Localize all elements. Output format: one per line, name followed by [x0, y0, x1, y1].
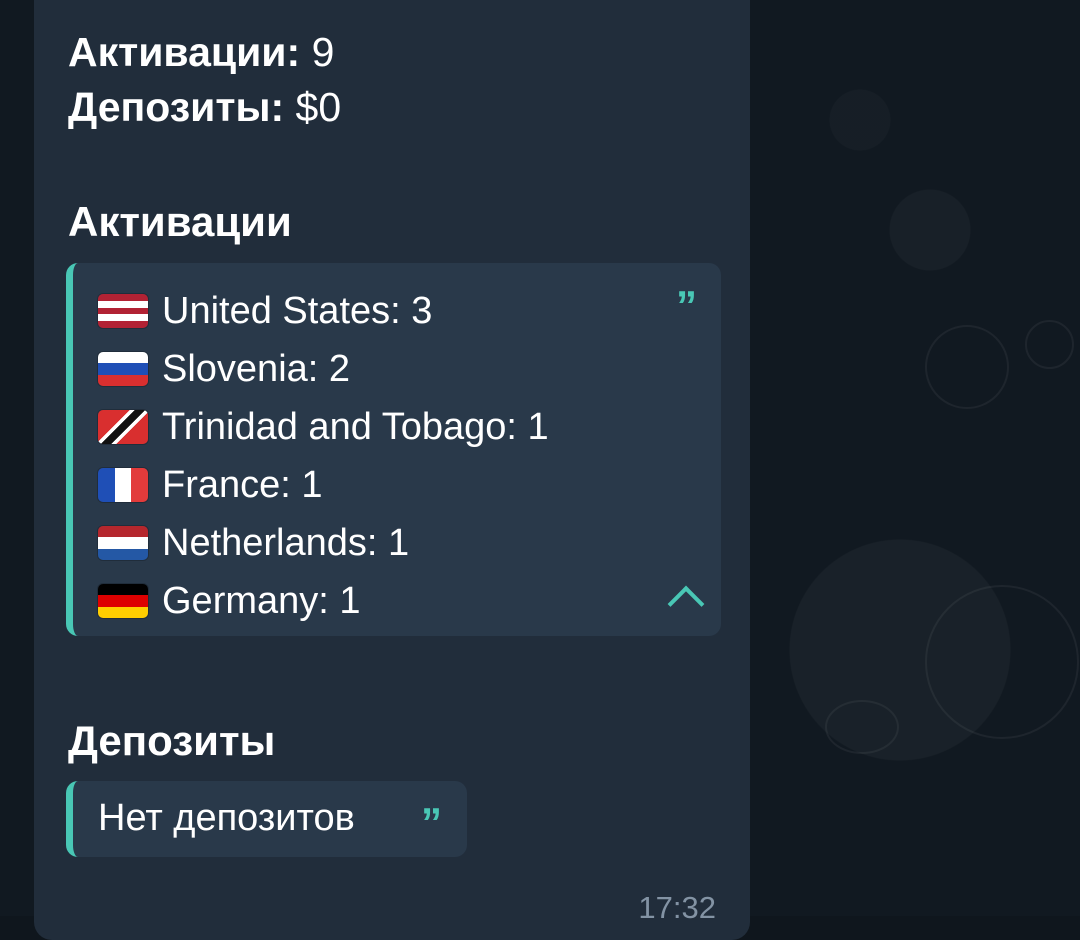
tt-flag-icon	[98, 410, 148, 444]
country-count-text: Germany: 1	[162, 579, 361, 622]
nl-flag-icon	[98, 526, 148, 560]
activations-summary: Активации: 9	[68, 25, 341, 80]
country-count-text: France: 1	[162, 463, 323, 506]
country-count-text: Netherlands: 1	[162, 521, 410, 564]
wallpaper-doodle	[1025, 320, 1074, 369]
wallpaper-doodle	[925, 585, 1079, 739]
fr-flag-icon	[98, 468, 148, 502]
summary-block: Активации: 9 Депозиты: $0	[68, 25, 341, 135]
activations-value: 9	[311, 29, 335, 75]
no-deposits-text: Нет депозитов	[98, 797, 355, 839]
list-item: Netherlands: 1	[98, 514, 549, 572]
activations-label: Активации:	[68, 29, 301, 75]
deposits-summary: Депозиты: $0	[68, 80, 341, 135]
quote-icon: ”	[676, 282, 697, 329]
country-count-text: United States: 3	[162, 289, 433, 332]
deposits-value: $0	[295, 84, 342, 130]
country-count-text: Slovenia: 2	[162, 347, 351, 390]
de-flag-icon	[98, 584, 148, 618]
list-item: United States: 3	[98, 282, 549, 340]
quote-icon: ”	[421, 799, 442, 846]
list-item: Slovenia: 2	[98, 340, 549, 398]
deposits-quote-block[interactable]: Нет депозитов ”	[66, 781, 467, 857]
chevron-up-icon[interactable]	[667, 585, 705, 623]
activations-list: United States: 3 Slovenia: 2 Trinidad an…	[98, 282, 549, 630]
country-count-text: Trinidad and Tobago: 1	[162, 405, 549, 448]
us-flag-icon	[98, 294, 148, 328]
deposits-label: Депозиты:	[68, 84, 285, 130]
activations-quote-block[interactable]: ” United States: 3 Slovenia: 2 Trinidad …	[66, 263, 721, 636]
wallpaper-doodle	[925, 325, 1009, 409]
si-flag-icon	[98, 352, 148, 386]
list-item: France: 1	[98, 456, 549, 514]
deposits-title: Депозиты	[68, 717, 276, 764]
list-item: Germany: 1	[98, 572, 549, 630]
list-item: Trinidad and Tobago: 1	[98, 398, 549, 456]
wallpaper-doodle	[825, 700, 899, 754]
activations-title: Активации	[68, 198, 292, 245]
message-time: 17:32	[638, 890, 716, 925]
